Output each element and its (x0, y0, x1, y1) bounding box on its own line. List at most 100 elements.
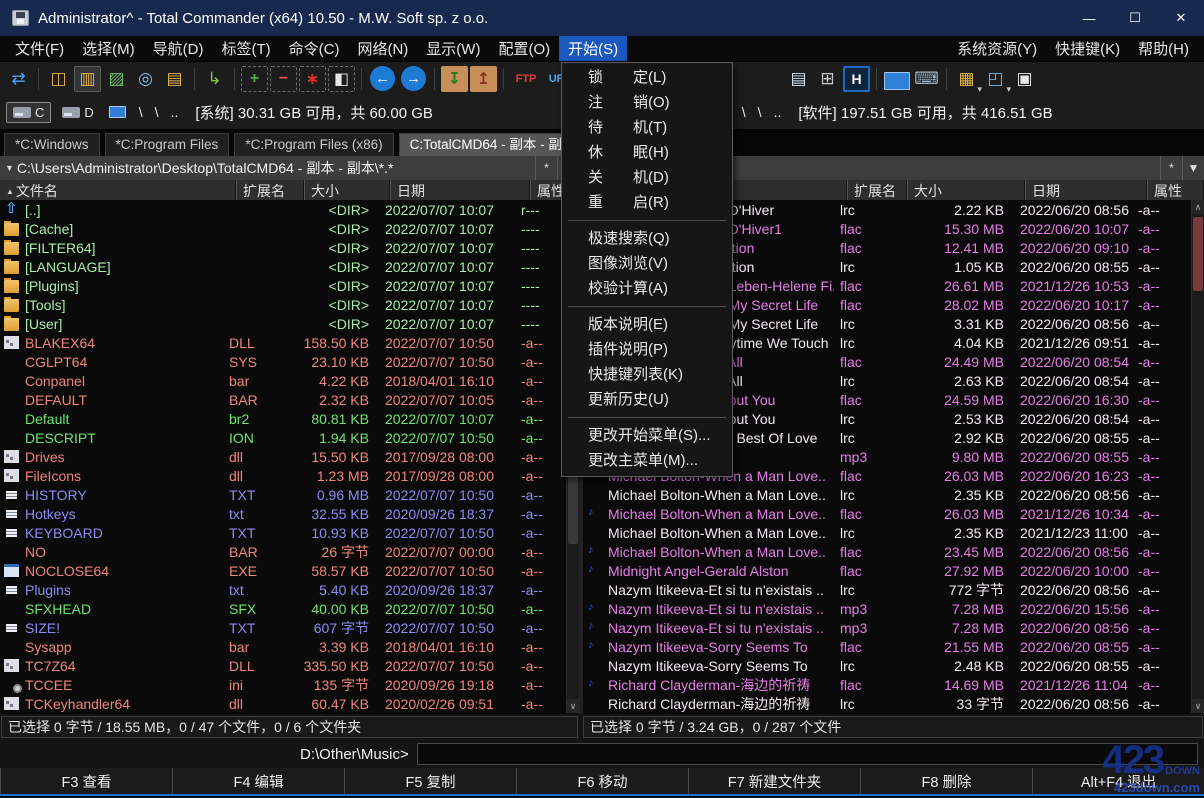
start-menu-item[interactable]: 锁 定(L) (562, 65, 732, 90)
menubar-item[interactable]: 帮助(H) (1129, 36, 1198, 61)
calculator-icon[interactable]: ⊞ (814, 66, 841, 92)
start-menu-item[interactable]: 图像浏览(V) (562, 251, 732, 276)
quick-view-icon[interactable]: ◎ (132, 66, 159, 92)
history-button[interactable]: ▼ (1182, 156, 1204, 180)
control-panel-icon[interactable]: ◰ (982, 66, 1009, 92)
file-row[interactable]: FileIcons dll 1.23 MB 2017/09/28 08:00 -… (0, 466, 566, 485)
file-row[interactable]: Hotkeys txt 32.55 KB 2020/09/26 18:37 -a… (0, 504, 566, 523)
favorites-button[interactable]: * (535, 156, 557, 180)
folder-tools-icon[interactable]: ▦ (953, 66, 980, 92)
select-add-icon[interactable]: + (241, 66, 268, 92)
scroll-down-icon[interactable]: ∨ (567, 699, 579, 713)
path-history-icon[interactable]: ▼ (5, 163, 14, 173)
file-row[interactable]: Sysapp bar 3.39 KB 2018/04/01 16:10 -a-- (0, 637, 566, 656)
thumbnail-view-icon[interactable]: ▨ (103, 66, 130, 92)
folder-tab[interactable]: *C:Program Files (105, 133, 230, 156)
close-button[interactable]: ✕ (1158, 0, 1204, 36)
column-header-size[interactable]: 大小 (907, 180, 1025, 200)
parent-dir-button[interactable]: .. (166, 103, 184, 121)
menubar-item[interactable]: 导航(D) (144, 36, 213, 61)
unpack-icon[interactable]: ↧ (441, 66, 468, 92)
file-row[interactable]: DESCRIPT ION 1.94 KB 2022/07/07 10:50 -a… (0, 428, 566, 447)
menubar-item[interactable]: 开始(S) (559, 36, 627, 61)
file-row[interactable]: BLAKEX64 DLL 158.50 KB 2022/07/07 10:50 … (0, 333, 566, 352)
file-row[interactable]: Michael Bolton-When a Man Love.. lrc 2.3… (583, 485, 1191, 504)
start-menu-item[interactable]: 校验计算(A) (562, 276, 732, 301)
left-path-bar[interactable]: ▼ C:\Users\Administrator\Desktop\TotalCM… (0, 156, 579, 180)
dir-compare-icon[interactable]: ◫ (45, 66, 72, 92)
root-dir-button[interactable]: \ (753, 103, 767, 121)
column-header-name[interactable]: ▲文件名 (0, 180, 236, 200)
file-row[interactable]: Michael Bolton-When a Man Love.. flac 23… (583, 542, 1191, 561)
menubar-item[interactable]: 显示(W) (417, 36, 489, 61)
folder-tab[interactable]: *C:Windows (4, 133, 100, 156)
file-row[interactable]: CGLPT64 SYS 23.10 KB 2022/07/07 10:50 -a… (0, 352, 566, 371)
column-header-attr[interactable]: 属性 (1147, 180, 1204, 200)
start-menu-item[interactable]: 更改开始菜单(S)... (562, 423, 732, 448)
file-row[interactable]: DEFAULT BAR 2.32 KB 2022/07/07 10:05 -a-… (0, 390, 566, 409)
refresh-icon[interactable]: ⇄ (5, 66, 32, 92)
ftp-icon[interactable]: FTP (510, 66, 542, 92)
folder-tab[interactable]: *C:Program Files (x86) (234, 133, 393, 156)
scroll-up-icon[interactable]: ∧ (1192, 200, 1204, 214)
desktop-icon[interactable] (884, 72, 910, 90)
scrollbar-thumb[interactable] (1193, 217, 1203, 291)
menubar-item[interactable]: 命令(C) (280, 36, 349, 61)
drive-button[interactable]: C (6, 102, 51, 123)
file-row[interactable]: TCCEE ini 135 字节 2020/09/26 19:18 -a-- (0, 675, 566, 694)
history-back-icon[interactable]: ← (370, 66, 395, 91)
file-row[interactable]: TCKeyhandler64 dll 60.47 KB 2020/02/26 0… (0, 694, 566, 713)
file-row[interactable]: [Tools] <DIR> 2022/07/07 10:07 ---- (0, 295, 566, 314)
menubar-item[interactable]: 快捷键(K) (1046, 36, 1129, 61)
file-row[interactable]: [Plugins] <DIR> 2022/07/07 10:07 ---- (0, 276, 566, 295)
file-row[interactable]: Michael Bolton-When a Man Love.. lrc 2.3… (583, 523, 1191, 542)
file-row[interactable]: [FILTER64] <DIR> 2022/07/07 10:07 ---- (0, 238, 566, 257)
keyboard-icon[interactable]: ⌨ (913, 66, 940, 92)
file-row[interactable]: [LANGUAGE] <DIR> 2022/07/07 10:07 ---- (0, 257, 566, 276)
start-menu-item[interactable]: 更新历史(U) (562, 387, 732, 412)
file-row[interactable]: Midnight Angel-Gerald Alston flac 27.92 … (583, 561, 1191, 580)
parent-dir-button[interactable]: .. (769, 103, 787, 121)
fn-key-button[interactable]: F7 新建文件夹 (688, 768, 860, 794)
start-menu-item[interactable]: 版本说明(E) (562, 312, 732, 337)
file-row[interactable]: Nazym Itikeeva-Et si tu n'existais .. mp… (583, 618, 1191, 637)
fn-key-button[interactable]: F8 删除 (860, 768, 1032, 794)
menubar-item[interactable]: 系统资源(Y) (948, 36, 1046, 61)
menubar-item[interactable]: 配置(O) (489, 36, 559, 61)
command-input[interactable] (417, 743, 1198, 765)
start-menu-item[interactable]: 待 机(T) (562, 115, 732, 140)
root-dir-button[interactable]: \ (150, 103, 164, 121)
column-header-date[interactable]: 日期 (390, 180, 530, 200)
file-row[interactable]: SFXHEAD SFX 40.00 KB 2022/07/07 10:50 -a… (0, 599, 566, 618)
menubar-item[interactable]: 选择(M) (73, 36, 144, 61)
tree-view-icon[interactable]: ▤ (161, 66, 188, 92)
folder-tab[interactable]: C:TotalCMD64 - 副本 - 副本 (399, 133, 571, 156)
file-row[interactable]: NO BAR 26 字节 2022/07/07 00:00 -a-- (0, 542, 566, 561)
right-scrollbar[interactable]: ∧ ∨ (1191, 200, 1204, 713)
file-row[interactable]: Default br2 80.81 KB 2022/07/07 10:07 -a… (0, 409, 566, 428)
brief-view-icon[interactable]: ▥ (74, 66, 101, 92)
scroll-down-icon[interactable]: ∨ (1192, 699, 1204, 713)
file-row[interactable]: Nazym Itikeeva-Sorry Seems To flac 21.55… (583, 637, 1191, 656)
pack-icon[interactable]: ↥ (470, 66, 497, 92)
branch-view-icon[interactable]: ↳ (201, 66, 228, 92)
file-row[interactable]: SIZE! TXT 607 字节 2022/07/07 10:50 -a-- (0, 618, 566, 637)
start-menu-item[interactable]: 插件说明(P) (562, 337, 732, 362)
start-menu-item[interactable]: 快捷键列表(K) (562, 362, 732, 387)
minimize-button[interactable]: — (1066, 0, 1112, 36)
start-menu-item[interactable]: 更改主菜单(M)... (562, 448, 732, 473)
start-menu-item[interactable]: 极速搜索(Q) (562, 226, 732, 251)
file-row[interactable]: [..] <DIR> 2022/07/07 10:07 r--- (0, 200, 566, 219)
file-row[interactable]: Nazym Itikeeva-Et si tu n'existais .. lr… (583, 580, 1191, 599)
invert-selection-icon[interactable]: ◧ (328, 66, 355, 92)
file-row[interactable]: KEYBOARD TXT 10.93 KB 2022/07/07 10:50 -… (0, 523, 566, 542)
file-row[interactable]: [User] <DIR> 2022/07/07 10:07 ---- (0, 314, 566, 333)
file-row[interactable]: Nazym Itikeeva-Sorry Seems To lrc 2.48 K… (583, 656, 1191, 675)
drive-button[interactable]: D (55, 102, 100, 123)
column-header-ext[interactable]: 扩展名 (847, 180, 907, 200)
file-row[interactable]: HISTORY TXT 0.96 MB 2022/07/07 10:50 -a-… (0, 485, 566, 504)
notepad-icon[interactable]: ▤ (785, 66, 812, 92)
start-menu-item[interactable]: 注 销(O) (562, 90, 732, 115)
file-row[interactable]: Richard Clayderman-海边的祈祷 flac 14.69 MB 2… (583, 675, 1191, 694)
start-menu-item[interactable]: 重 启(R) (562, 190, 732, 215)
